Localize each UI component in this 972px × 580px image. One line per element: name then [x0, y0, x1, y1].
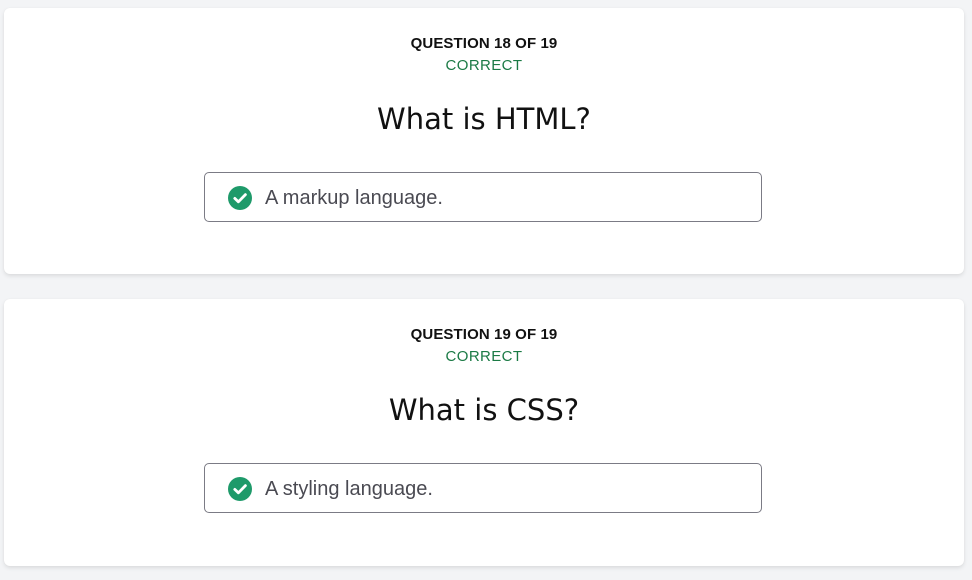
answer-text: A markup language. — [265, 187, 443, 209]
result-status: CORRECT — [445, 348, 523, 365]
result-status: CORRECT — [445, 57, 523, 74]
question-title: What is HTML? — [377, 102, 591, 136]
answer-option[interactable]: A styling language. — [204, 463, 762, 513]
check-circle-icon — [228, 186, 252, 210]
question-counter: QUESTION 18 OF 19 — [410, 35, 558, 52]
answer-text: A styling language. — [265, 478, 433, 500]
answer-option[interactable]: A markup language. — [204, 172, 762, 222]
question-card: QUESTION 18 OF 19 CORRECT What is HTML? … — [4, 8, 964, 274]
check-circle-icon — [228, 477, 252, 501]
question-title: What is CSS? — [388, 393, 580, 427]
question-counter: QUESTION 19 OF 19 — [410, 326, 558, 343]
question-card: QUESTION 19 OF 19 CORRECT What is CSS? A… — [4, 299, 964, 566]
